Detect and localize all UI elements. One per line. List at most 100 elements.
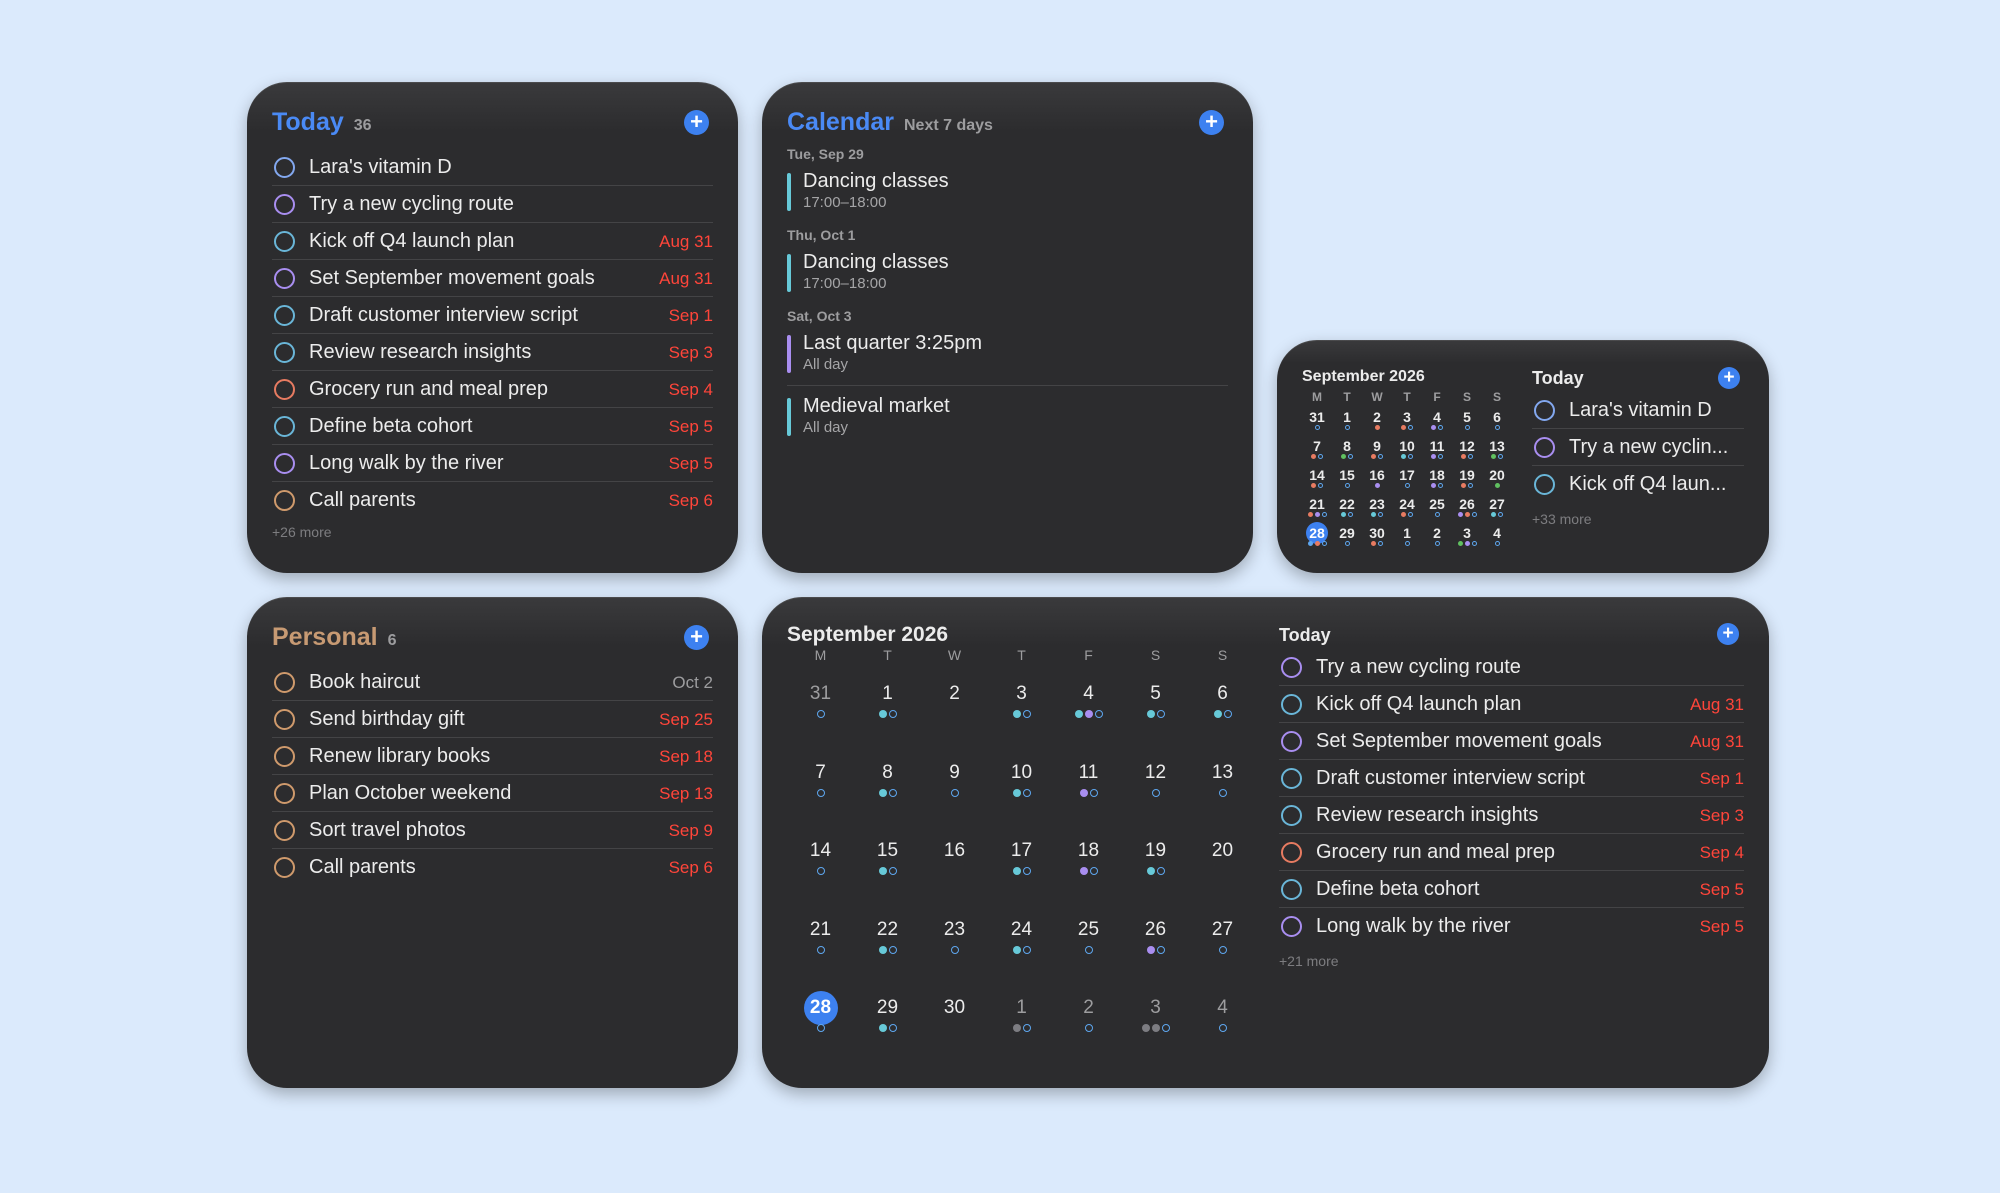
task-checkbox-icon[interactable] [1281, 694, 1302, 715]
calendar-day[interactable]: 11 [1422, 435, 1452, 464]
calendar-day[interactable]: 10 [988, 756, 1055, 835]
task-row[interactable]: Send birthday gift Sep 25 [272, 701, 713, 738]
calendar-day[interactable]: 21 [1302, 493, 1332, 522]
task-checkbox-icon[interactable] [274, 268, 295, 289]
calendar-day[interactable]: 29 [1332, 522, 1362, 551]
task-checkbox-icon[interactable] [274, 157, 295, 178]
calendar-day[interactable]: 20 [1482, 464, 1512, 493]
calendar-day-today[interactable]: 28 [787, 991, 854, 1070]
calendar-day[interactable]: 4 [1055, 677, 1122, 756]
task-row[interactable]: Try a new cyclin... [1532, 429, 1744, 466]
calendar-day[interactable]: 24 [1392, 493, 1422, 522]
task-row[interactable]: Set September movement goals Aug 31 [1279, 723, 1744, 760]
add-event-button[interactable]: + [1199, 110, 1224, 135]
small-add-button[interactable]: + [1718, 367, 1740, 389]
calendar-day[interactable]: 31 [1302, 406, 1332, 435]
calendar-day[interactable]: 31 [787, 677, 854, 756]
task-row[interactable]: Kick off Q4 launch plan Aug 31 [1279, 686, 1744, 723]
task-row[interactable]: Set September movement goals Aug 31 [272, 260, 713, 297]
task-row[interactable]: Try a new cycling route [272, 186, 713, 223]
calendar-day[interactable]: 7 [1302, 435, 1332, 464]
calendar-day[interactable]: 27 [1482, 493, 1512, 522]
calendar-day[interactable]: 4 [1422, 406, 1452, 435]
calendar-day[interactable]: 15 [854, 834, 921, 913]
small-more-link[interactable]: +33 more [1532, 511, 1744, 527]
task-checkbox-icon[interactable] [274, 672, 295, 693]
task-row[interactable]: Plan October weekend Sep 13 [272, 775, 713, 812]
calendar-day[interactable]: 1 [1392, 522, 1422, 551]
calendar-day[interactable]: 27 [1189, 913, 1256, 992]
task-checkbox-icon[interactable] [1281, 657, 1302, 678]
task-row[interactable]: Renew library books Sep 18 [272, 738, 713, 775]
calendar-day[interactable]: 25 [1422, 493, 1452, 522]
calendar-day[interactable]: 26 [1122, 913, 1189, 992]
task-checkbox-icon[interactable] [274, 194, 295, 215]
calendar-day[interactable]: 21 [787, 913, 854, 992]
task-row[interactable]: Lara's vitamin D [1532, 392, 1744, 429]
calendar-day[interactable]: 2 [1055, 991, 1122, 1070]
calendar-day[interactable]: 14 [787, 834, 854, 913]
calendar-day[interactable]: 5 [1452, 406, 1482, 435]
task-checkbox-icon[interactable] [1281, 879, 1302, 900]
task-checkbox-icon[interactable] [1281, 805, 1302, 826]
task-row[interactable]: Call parents Sep 6 [272, 849, 713, 886]
calendar-day[interactable]: 25 [1055, 913, 1122, 992]
calendar-day[interactable]: 1 [988, 991, 1055, 1070]
calendar-day[interactable]: 1 [1332, 406, 1362, 435]
small-today-title[interactable]: Today [1532, 364, 1744, 392]
event-item[interactable]: Medieval market All day [787, 394, 1228, 440]
task-checkbox-icon[interactable] [1534, 474, 1555, 495]
calendar-day[interactable]: 8 [1332, 435, 1362, 464]
task-row[interactable]: Book haircut Oct 2 [272, 664, 713, 701]
calendar-day[interactable]: 13 [1482, 435, 1512, 464]
calendar-day[interactable]: 18 [1055, 834, 1122, 913]
calendar-day[interactable]: 3 [1122, 991, 1189, 1070]
calendar-day[interactable]: 30 [1362, 522, 1392, 551]
add-task-button[interactable]: + [684, 110, 709, 135]
calendar-day[interactable]: 6 [1482, 406, 1512, 435]
calendar-day[interactable]: 11 [1055, 756, 1122, 835]
calendar-day[interactable]: 2 [1362, 406, 1392, 435]
calendar-day[interactable]: 5 [1122, 677, 1189, 756]
calendar-day[interactable]: 2 [1422, 522, 1452, 551]
task-checkbox-icon[interactable] [1281, 731, 1302, 752]
calendar-day[interactable]: 15 [1332, 464, 1362, 493]
calendar-day[interactable]: 12 [1122, 756, 1189, 835]
calendar-day[interactable]: 16 [1362, 464, 1392, 493]
calendar-day[interactable]: 4 [1189, 991, 1256, 1070]
task-row[interactable]: Review research insights Sep 3 [1279, 797, 1744, 834]
task-checkbox-icon[interactable] [274, 490, 295, 511]
task-row[interactable]: Long walk by the river Sep 5 [1279, 908, 1744, 945]
calendar-day[interactable]: 29 [854, 991, 921, 1070]
task-row[interactable]: Try a new cycling route [1279, 649, 1744, 686]
calendar-day[interactable]: 4 [1482, 522, 1512, 551]
calendar-day[interactable]: 24 [988, 913, 1055, 992]
task-row[interactable]: Kick off Q4 laun... [1532, 466, 1744, 503]
calendar-title[interactable]: Calendar Next 7 days [787, 108, 993, 137]
task-checkbox-icon[interactable] [274, 231, 295, 252]
task-checkbox-icon[interactable] [274, 820, 295, 841]
calendar-day[interactable]: 13 [1189, 756, 1256, 835]
calendar-day[interactable]: 22 [854, 913, 921, 992]
task-checkbox-icon[interactable] [274, 857, 295, 878]
calendar-day[interactable]: 8 [854, 756, 921, 835]
large-today-title[interactable]: Today [1279, 621, 1744, 649]
task-checkbox-icon[interactable] [1534, 437, 1555, 458]
calendar-day[interactable]: 30 [921, 991, 988, 1070]
personal-title[interactable]: Personal 6 [272, 623, 397, 652]
task-checkbox-icon[interactable] [274, 783, 295, 804]
calendar-day[interactable]: 12 [1452, 435, 1482, 464]
calendar-day[interactable]: 16 [921, 834, 988, 913]
calendar-day[interactable]: 26 [1452, 493, 1482, 522]
task-checkbox-icon[interactable] [274, 416, 295, 437]
calendar-day[interactable]: 20 [1189, 834, 1256, 913]
task-row[interactable]: Long walk by the river Sep 5 [272, 445, 713, 482]
calendar-day[interactable]: 14 [1302, 464, 1332, 493]
task-checkbox-icon[interactable] [1281, 916, 1302, 937]
event-item[interactable]: Last quarter 3:25pm All day [787, 331, 1228, 377]
calendar-day[interactable]: 9 [1362, 435, 1392, 464]
calendar-day[interactable]: 3 [1392, 406, 1422, 435]
task-row[interactable]: Draft customer interview script Sep 1 [272, 297, 713, 334]
calendar-day[interactable]: 19 [1122, 834, 1189, 913]
large-add-button[interactable]: + [1717, 623, 1739, 645]
